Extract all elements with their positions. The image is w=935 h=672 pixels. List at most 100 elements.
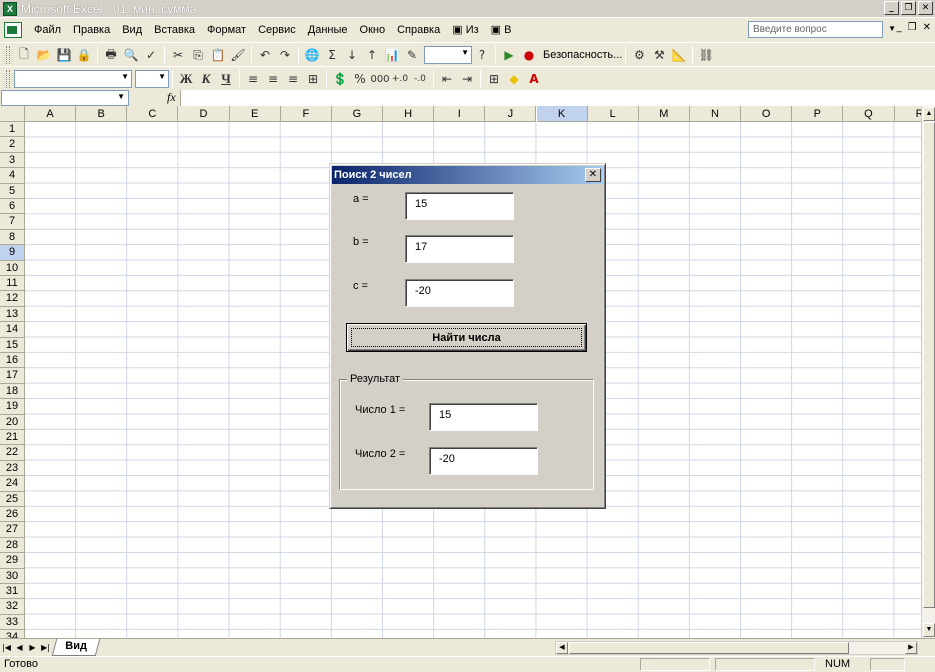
tools-icon[interactable]: ⚒: [649, 45, 669, 65]
row-header-29[interactable]: 29: [0, 553, 25, 569]
select-all-corner[interactable]: [0, 106, 25, 122]
row-header-12[interactable]: 12: [0, 291, 25, 307]
fill-color-icon[interactable]: ◆: [504, 69, 524, 89]
font-color-icon[interactable]: A: [524, 69, 544, 89]
print-preview-icon[interactable]: 🔍: [121, 45, 141, 65]
spelling-icon[interactable]: ✓: [141, 45, 161, 65]
row-header-18[interactable]: 18: [0, 383, 25, 400]
row-header-3[interactable]: 3: [0, 152, 25, 169]
open-icon[interactable]: 📂: [34, 45, 54, 65]
underline-button[interactable]: Ч: [216, 69, 236, 89]
visual-basic-icon[interactable]: ⚙: [629, 45, 649, 65]
row-header-1[interactable]: 1: [0, 122, 25, 138]
sort-ascending-icon[interactable]: ↓: [342, 45, 362, 65]
thousands-button[interactable]: 000: [370, 69, 390, 89]
help-dropdown-icon[interactable]: ▼: [888, 24, 896, 33]
workbook-restore-button[interactable]: ❐: [908, 22, 917, 33]
menu-help[interactable]: Справка: [391, 20, 446, 40]
column-header-c[interactable]: C: [127, 106, 179, 122]
column-header-j[interactable]: J: [485, 106, 537, 122]
row-header-21[interactable]: 21: [0, 430, 25, 446]
row-header-19[interactable]: 19: [0, 399, 25, 415]
row-header-6[interactable]: 6: [0, 199, 25, 215]
name-box-dropdown-icon[interactable]: ▼: [117, 92, 125, 101]
excel-app-icon[interactable]: X: [3, 1, 17, 16]
run-macro-icon[interactable]: ▶: [499, 45, 519, 65]
column-header-n[interactable]: N: [689, 106, 742, 122]
dialog-close-icon[interactable]: ✕: [585, 168, 601, 182]
menu-window[interactable]: Окно: [354, 20, 392, 40]
column-header-f[interactable]: F: [280, 106, 332, 122]
fx-icon[interactable]: fx: [167, 90, 176, 105]
help-icon[interactable]: ?: [472, 45, 492, 65]
column-header-e[interactable]: E: [229, 106, 281, 122]
row-header-34[interactable]: 34: [0, 630, 25, 638]
row-header-24[interactable]: 24: [0, 476, 25, 492]
column-header-d[interactable]: D: [178, 106, 230, 122]
font-name-select[interactable]: ▼: [14, 70, 132, 88]
row-header-17[interactable]: 17: [0, 368, 25, 384]
decrease-indent-icon[interactable]: ⇤: [437, 69, 457, 89]
menu-tools[interactable]: Сервис: [252, 20, 302, 40]
align-right-icon[interactable]: ≡: [283, 69, 303, 89]
row-header-4[interactable]: 4: [0, 168, 25, 184]
workbook-close-button[interactable]: ✕: [923, 22, 931, 33]
menu-view[interactable]: Вид: [116, 20, 148, 40]
scroll-down-icon[interactable]: ▼: [923, 623, 935, 637]
name-box[interactable]: ▼: [1, 89, 129, 106]
menu-extra-from[interactable]: ▣ Из: [446, 20, 484, 40]
zoom-dropdown-icon[interactable]: ▼: [461, 48, 469, 57]
row-header-23[interactable]: 23: [0, 460, 25, 477]
horizontal-scrollbar[interactable]: ◀ ▶: [555, 641, 918, 655]
font-size-select[interactable]: ▼: [135, 70, 169, 88]
scroll-right-icon[interactable]: ▶: [905, 642, 917, 654]
b-input[interactable]: 17: [405, 235, 514, 263]
column-header-i[interactable]: I: [434, 106, 486, 122]
undo-icon[interactable]: ↶: [255, 45, 275, 65]
permission-icon[interactable]: 🔒: [74, 45, 94, 65]
menu-insert[interactable]: Вставка: [148, 20, 201, 40]
align-center-icon[interactable]: ≡: [263, 69, 283, 89]
menu-file[interactable]: Файл: [28, 20, 67, 40]
autosum-icon[interactable]: Σ: [322, 45, 342, 65]
column-header-g[interactable]: G: [331, 106, 384, 122]
row-header-22[interactable]: 22: [0, 445, 25, 461]
new-icon[interactable]: 🗋: [14, 45, 34, 65]
workbook-minimize-button[interactable]: _: [897, 22, 902, 33]
formula-input[interactable]: [179, 89, 935, 106]
help-question-input[interactable]: Введите вопрос ▼: [748, 21, 896, 38]
cut-icon[interactable]: ✂: [168, 45, 188, 65]
first-sheet-icon[interactable]: |◀: [0, 641, 13, 655]
merge-center-icon[interactable]: ⊞: [303, 69, 323, 89]
row-header-11[interactable]: 11: [0, 276, 25, 292]
currency-icon[interactable]: 💲: [330, 69, 350, 89]
scroll-left-icon[interactable]: ◀: [556, 642, 568, 654]
copy-icon[interactable]: ⎘: [188, 45, 208, 65]
row-header-13[interactable]: 13: [0, 306, 25, 323]
a-input[interactable]: 15: [405, 192, 514, 220]
menu-extra-to[interactable]: ▣ В: [485, 20, 518, 40]
align-left-icon[interactable]: ≡: [243, 69, 263, 89]
column-header-b[interactable]: B: [76, 106, 128, 122]
column-header-a[interactable]: A: [25, 106, 77, 122]
borders-icon[interactable]: ⊞: [484, 69, 504, 89]
column-header-p[interactable]: P: [792, 106, 844, 122]
vertical-scroll-thumb[interactable]: [923, 122, 935, 608]
save-icon[interactable]: 💾: [54, 45, 74, 65]
link-icon[interactable]: ⛓: [696, 45, 716, 65]
row-header-31[interactable]: 31: [0, 584, 25, 600]
row-header-26[interactable]: 26: [0, 507, 25, 523]
row-header-10[interactable]: 10: [0, 260, 25, 276]
menu-data[interactable]: Данные: [302, 20, 354, 40]
increase-decimal-icon[interactable]: +.0: [390, 69, 410, 89]
row-header-33[interactable]: 33: [0, 614, 25, 631]
minimize-button[interactable]: _: [884, 1, 899, 15]
row-header-27[interactable]: 27: [0, 522, 25, 538]
prev-sheet-icon[interactable]: ◀: [13, 641, 26, 655]
row-header-14[interactable]: 14: [0, 322, 25, 338]
row-header-8[interactable]: 8: [0, 229, 25, 246]
print-icon[interactable]: 🖶: [101, 45, 121, 65]
menu-edit[interactable]: Правка: [67, 20, 116, 40]
last-sheet-icon[interactable]: ▶|: [39, 641, 52, 655]
column-header-h[interactable]: H: [383, 106, 435, 122]
